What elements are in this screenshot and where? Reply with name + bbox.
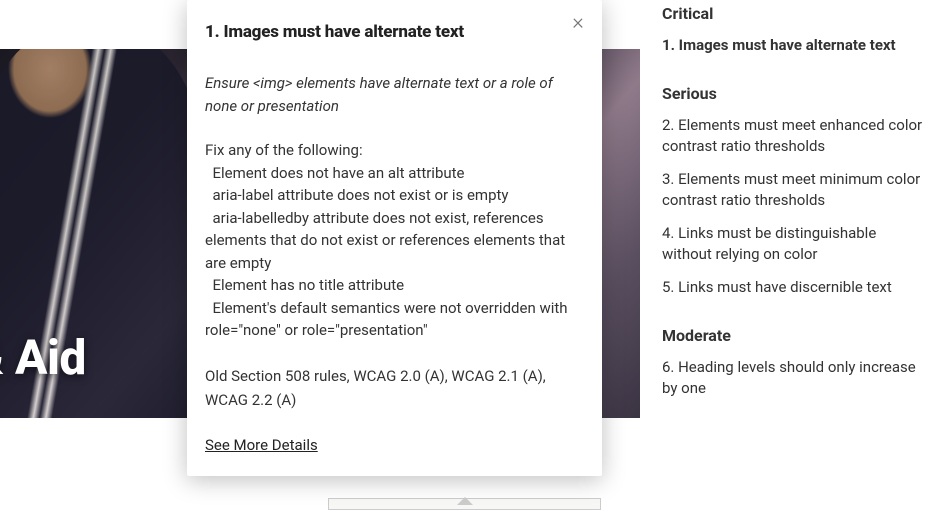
- see-more-details-link[interactable]: See More Details: [205, 436, 318, 454]
- popup-title: 1. Images must have alternate text: [205, 22, 584, 42]
- hero-title: ns & Aid: [0, 329, 86, 386]
- popup-rules: Old Section 508 rules, WCAG 2.0 (A), WCA…: [205, 364, 584, 414]
- sidebar-category-label: Critical: [662, 4, 928, 23]
- sidebar-category-label: Serious: [662, 84, 928, 103]
- sidebar-item-2[interactable]: 2. Elements must meet enhanced color con…: [662, 115, 928, 157]
- sidebar-section-serious: Serious 2. Elements must meet enhanced c…: [662, 84, 928, 298]
- tooltip-pointer-box: [328, 498, 601, 510]
- issue-detail-popup: × 1. Images must have alternate text Ens…: [187, 0, 602, 476]
- popup-body: Fix any of the following: Element does n…: [205, 139, 584, 342]
- sidebar-item-4[interactable]: 4. Links must be distinguishable without…: [662, 223, 928, 265]
- sidebar-item-5[interactable]: 5. Links must have discernible text: [662, 277, 928, 298]
- close-icon[interactable]: ×: [568, 14, 588, 34]
- popup-intro: Ensure <img> elements have alternate tex…: [205, 72, 584, 117]
- sidebar-section-moderate: Moderate 6. Heading levels should only i…: [662, 326, 928, 399]
- sidebar-item-6[interactable]: 6. Heading levels should only increase b…: [662, 357, 928, 399]
- sidebar-item-3[interactable]: 3. Elements must meet minimum color cont…: [662, 169, 928, 211]
- sidebar-category-label: Moderate: [662, 326, 928, 345]
- sidebar-item-1[interactable]: 1. Images must have alternate text: [662, 35, 928, 56]
- sidebar-section-critical: Critical 1. Images must have alternate t…: [662, 4, 928, 56]
- issues-sidebar: Critical 1. Images must have alternate t…: [660, 0, 936, 510]
